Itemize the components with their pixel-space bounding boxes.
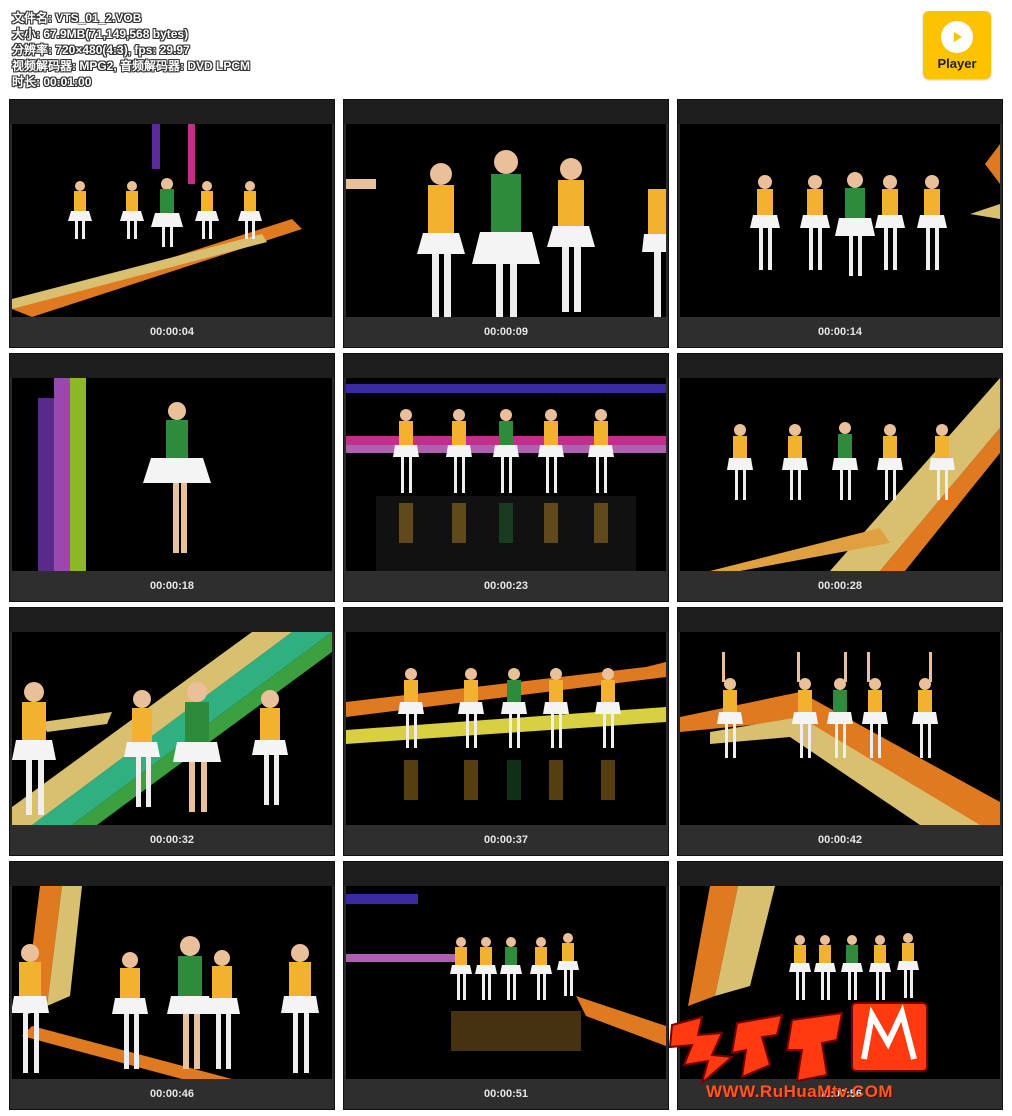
thumbnail[interactable]: 00:00:09 (343, 99, 669, 348)
video-frame (12, 886, 332, 1079)
timestamp-label: 00:00:18 (10, 571, 334, 601)
video-frame (12, 124, 332, 317)
file-size-text: 大小: 67.9MB(71,149,568 bytes) (12, 27, 189, 41)
video-frame (680, 632, 1000, 825)
video-frame (680, 124, 1000, 317)
thumbnail[interactable]: 00:00:56 (677, 861, 1003, 1110)
video-frame (680, 886, 1000, 1079)
timestamp-label: 00:00:04 (10, 317, 334, 347)
thumbnail[interactable]: 00:00:51 (343, 861, 669, 1110)
video-frame (12, 378, 332, 571)
timestamp-label: 00:00:37 (344, 825, 668, 855)
timestamp-label: 00:00:32 (10, 825, 334, 855)
file-name-text: 文件名: VTS_01_2.VOB (12, 11, 142, 25)
thumbnail[interactable]: 00:00:18 (9, 353, 335, 602)
thumbnail[interactable]: 00:00:42 (677, 607, 1003, 856)
timestamp-label: 00:00:23 (344, 571, 668, 601)
timestamp-label: 00:00:09 (344, 317, 668, 347)
play-icon (941, 21, 973, 53)
duration-text: 时长: 00:01:00 (12, 75, 92, 89)
video-frame (12, 632, 332, 825)
watermark-url: WWW.RuHuaMtv.COM (706, 1082, 894, 1101)
player-button[interactable]: Player (923, 11, 991, 79)
video-frame (346, 886, 666, 1079)
thumbnail[interactable]: 00:00:28 (677, 353, 1003, 602)
codec-text: 视频解码器: MPG2, 音频解码器: DVD LPCM (12, 59, 251, 73)
player-label: Player (937, 56, 977, 71)
video-frame (680, 378, 1000, 571)
thumbnail[interactable]: 00:00:23 (343, 353, 669, 602)
video-frame (346, 124, 666, 317)
timestamp-label: 00:00:51 (344, 1079, 668, 1109)
thumbnail[interactable]: 00:00:46 (9, 861, 335, 1110)
video-frame (346, 378, 666, 571)
timestamp-label: 00:00:28 (678, 571, 1002, 601)
resolution-text: 分辨率: 720×480(4:3), fps: 29.97 (12, 43, 190, 57)
timestamp-label: 00:00:14 (678, 317, 1002, 347)
thumbnail[interactable]: 00:00:04 (9, 99, 335, 348)
timestamp-label: 00:00:42 (678, 825, 1002, 855)
thumbnail[interactable]: 00:00:14 (677, 99, 1003, 348)
thumbnail[interactable]: 00:00:37 (343, 607, 669, 856)
thumbnail-grid: 00:00:04 00:00:09 00:00:14 00:00:18 00:0… (9, 99, 1003, 1110)
video-frame (346, 632, 666, 825)
thumbnail[interactable]: 00:00:32 (9, 607, 335, 856)
timestamp-label: 00:00:46 (10, 1079, 334, 1109)
file-info-panel: 文件名: VTS_01_2.VOB 大小: 67.9MB(71,149,568 … (12, 10, 612, 90)
